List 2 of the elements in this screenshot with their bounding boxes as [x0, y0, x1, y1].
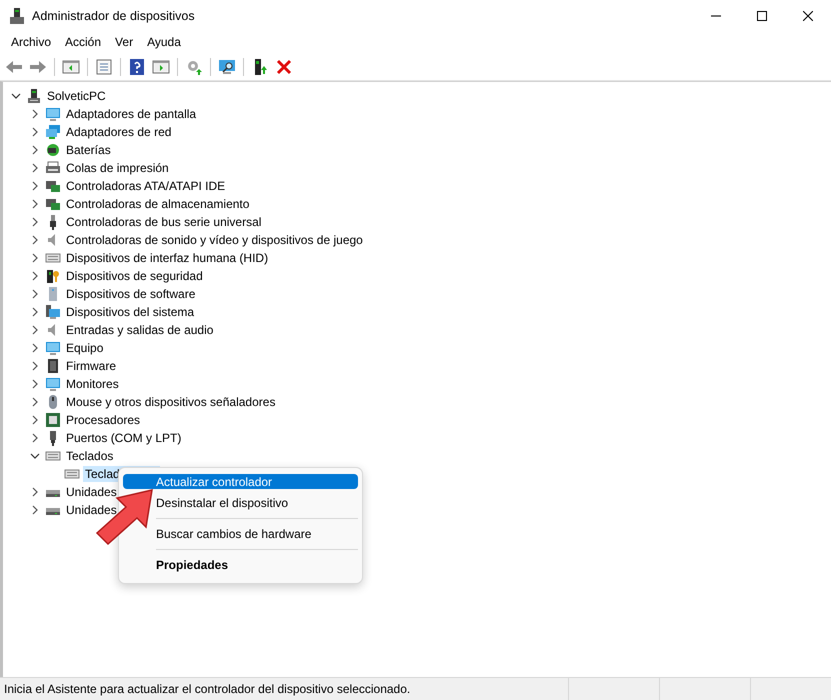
window-title: Administrador de dispositivos [32, 9, 196, 23]
status-text: Inicia el Asistente para actualizar el controlador del dispositivo seleccionado. [0, 678, 569, 700]
